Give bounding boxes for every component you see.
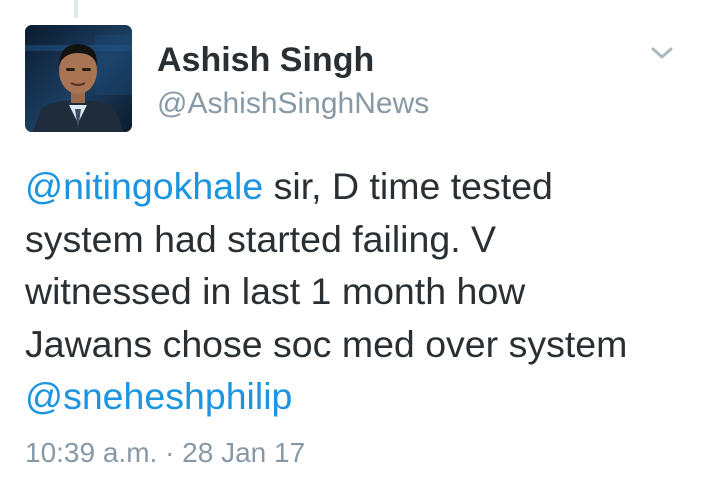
tweet-line-3: witnessed in last 1 month how (25, 270, 526, 312)
tweet-text: @nitingokhale sir, D time tested system … (25, 160, 695, 423)
author-avatar[interactable] (25, 25, 132, 132)
tweet-line-4: Jawans chose soc med over system (25, 322, 628, 365)
tweet-line-2: system had started failing. V (25, 217, 497, 260)
tweet-line-5: @sneheshphilip (25, 370, 695, 423)
tweet-line-1: @nitingokhale sir, D time tested (25, 160, 695, 213)
tweet-line-1-text: sir, D time tested (263, 165, 553, 207)
thread-connector-line (74, 0, 78, 18)
mention-link-nitingokhale[interactable]: @nitingokhale (25, 165, 263, 207)
author-display-name[interactable]: Ashish Singh (157, 40, 374, 80)
author-handle[interactable]: @AshishSinghNews (157, 86, 429, 122)
mention-link-sneheshphilip[interactable]: @sneheshphilip (25, 375, 292, 417)
tweet-timestamp[interactable]: 10:39 a.m. · 28 Jan 17 (25, 436, 305, 470)
chevron-down-icon (651, 47, 673, 59)
tweet-menu-button[interactable] (648, 42, 676, 64)
profile-photo-icon (25, 25, 132, 132)
